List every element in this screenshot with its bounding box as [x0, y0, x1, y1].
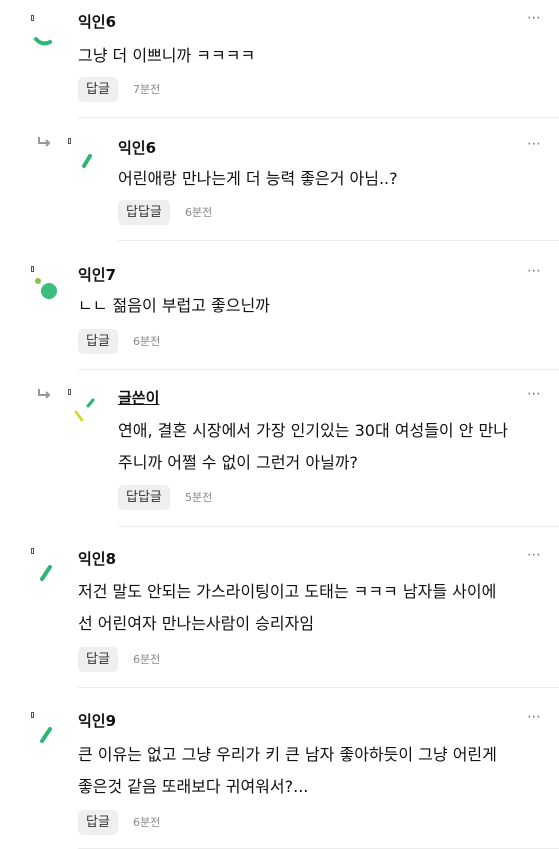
- reply-button[interactable]: 답글: [78, 647, 118, 672]
- reply-button[interactable]: 답글: [78, 77, 118, 102]
- avatar: [40, 727, 52, 743]
- reply-arrow-icon: [38, 389, 51, 399]
- comment-text-line: 좋은것 같음 또래보다 귀여워서?...: [78, 777, 309, 796]
- more-options-icon[interactable]: ⋯: [527, 263, 541, 279]
- comment-text-line: 그냥 더 이쁘니까 ㅋㅋㅋㅋ: [78, 46, 256, 65]
- more-options-icon[interactable]: ⋯: [527, 386, 541, 402]
- timestamp: 6분전: [133, 816, 161, 829]
- avatar: [35, 278, 57, 299]
- comment-author: 익인6: [118, 139, 157, 157]
- divider: [118, 526, 559, 527]
- comment-author: 익인7: [78, 266, 117, 284]
- more-options-icon[interactable]: ⋯: [527, 136, 541, 152]
- reply-button[interactable]: 답답글: [118, 485, 170, 510]
- timestamp: 6분전: [133, 653, 161, 666]
- reply-arrow-icon: [38, 137, 51, 147]
- comment-text-line: 선 어린여자 만나는사람이 승리자임: [78, 614, 315, 633]
- reply-button[interactable]: 답답글: [118, 200, 170, 225]
- more-options-icon[interactable]: ⋯: [527, 709, 541, 725]
- timestamp: 6분전: [185, 206, 213, 219]
- comment-text-line: ㄴㄴ 젊음이 부럽고 좋으닌까: [78, 296, 270, 315]
- divider: [78, 369, 559, 370]
- comment-text-line: 연애, 결혼 시장에서 가장 인기있는 30대 여성들이 안 만나: [118, 421, 508, 440]
- timestamp: 6분전: [133, 335, 161, 348]
- comment-author: 익인9: [78, 712, 117, 730]
- comment-text-line: 주니까 어쩔 수 없이 그런거 아닐까?: [118, 453, 359, 472]
- comment-author: 익인8: [78, 550, 117, 568]
- divider: [118, 240, 559, 241]
- avatar: [34, 37, 52, 46]
- comment-text-line: 큰 이유는 없고 그냥 우리가 키 큰 남자 좋아하듯이 그냥 어린게: [78, 745, 497, 764]
- comment-author: 익인6: [78, 13, 117, 31]
- comment-text-line: 어린애랑 만나는게 더 능력 좋은거 아님..?: [118, 169, 398, 188]
- more-options-icon[interactable]: ⋯: [527, 547, 541, 563]
- avatar: [74, 398, 95, 422]
- divider: [78, 117, 559, 118]
- comment-author-op: 글쓴이: [118, 389, 160, 407]
- reply-button[interactable]: 답글: [78, 810, 118, 835]
- timestamp: 7분전: [133, 83, 161, 96]
- timestamp: 5분전: [185, 491, 213, 504]
- avatar: [40, 565, 52, 581]
- divider: [78, 687, 559, 688]
- reply-button[interactable]: 답글: [78, 329, 118, 354]
- avatar: [82, 154, 92, 168]
- more-options-icon[interactable]: ⋯: [527, 10, 541, 26]
- comment-text-line: 저건 말도 안되는 가스라이팅이고 도태는 ㅋㅋㅋ 남자들 사이에: [78, 582, 497, 601]
